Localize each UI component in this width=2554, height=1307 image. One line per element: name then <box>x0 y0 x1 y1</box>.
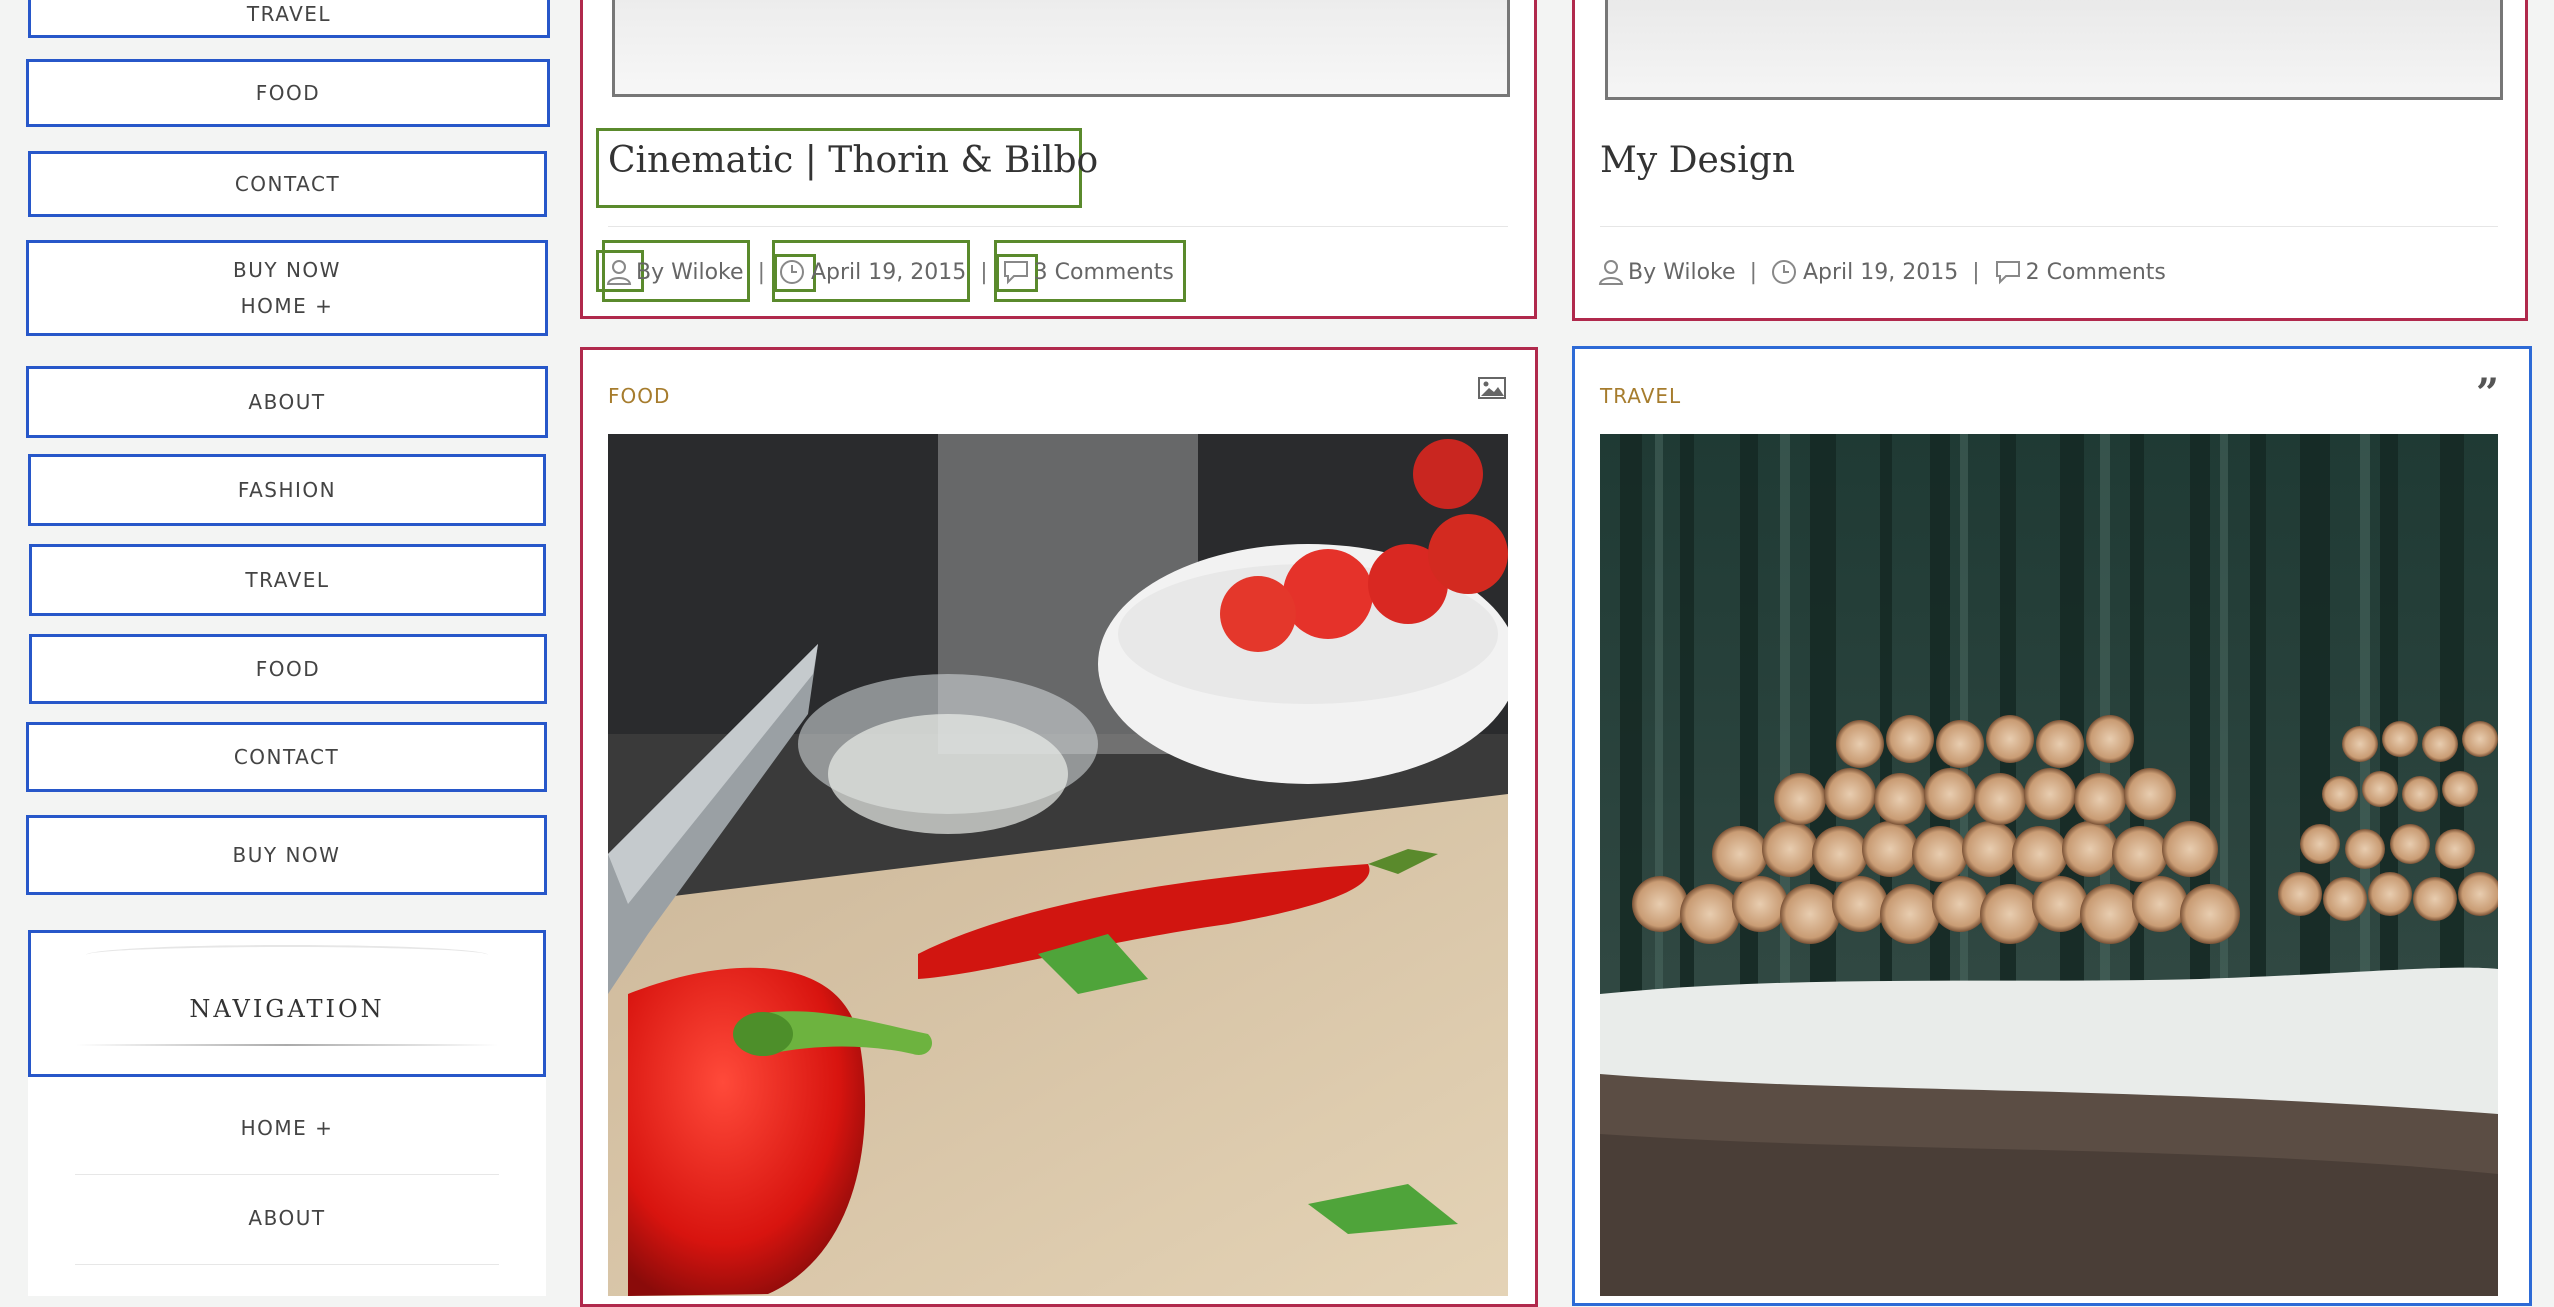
post-meta: By Wiloke | April 19, 2015 | 2 Comments <box>1598 258 2166 286</box>
divider <box>608 226 1508 227</box>
menu-item-label: CONTACT <box>234 172 341 196</box>
menu-item-label: TRAVEL <box>246 2 332 26</box>
post-thumbnail[interactable] <box>612 0 1510 97</box>
menu-item-label: CONTACT <box>233 745 340 769</box>
food-photo[interactable] <box>608 434 1508 1296</box>
title-underline <box>76 1044 498 1046</box>
meta-separator: | <box>757 259 765 285</box>
menu-item-about[interactable]: ABOUT <box>26 366 548 438</box>
nav-divider <box>75 1264 499 1265</box>
image-icon <box>1478 376 1506 400</box>
post-author[interactable]: By Wiloke <box>1628 260 1736 285</box>
clock-icon <box>779 259 805 285</box>
post-comments[interactable]: 2 Comments <box>2026 260 2166 285</box>
menu-item-contact[interactable]: CONTACT <box>26 722 547 792</box>
divider <box>1600 226 2498 227</box>
meta-separator: | <box>980 259 988 285</box>
menu-item-buy-now[interactable]: BUY NOW <box>26 815 547 895</box>
comment-icon <box>1002 259 1030 285</box>
post-comments[interactable]: 3 Comments <box>1034 260 1174 285</box>
menu-item-fashion[interactable]: FASHION <box>28 454 546 526</box>
post-author[interactable]: By Wiloke <box>636 260 744 285</box>
menu-item-food[interactable]: FOOD <box>29 634 547 704</box>
post-date[interactable]: April 19, 2015 <box>811 260 966 285</box>
post-title[interactable]: Cinematic | Thorin & Bilbo <box>608 140 1098 181</box>
menu-item-food[interactable]: FOOD <box>26 59 550 127</box>
navigation-title: NAVIGATION <box>189 995 385 1023</box>
post-title[interactable]: My Design <box>1600 140 1795 181</box>
menu-item-buy-now[interactable]: BUY NOW HOME + <box>26 240 548 336</box>
menu-item-label: FOOD <box>255 81 321 105</box>
menu-item-label: BUY NOW <box>233 258 341 282</box>
post-category[interactable]: TRAVEL <box>1600 384 1681 408</box>
menu-item-label: FOOD <box>255 657 321 681</box>
user-icon <box>606 258 632 286</box>
title-arc-ornament <box>86 945 488 965</box>
nav-divider <box>75 1174 499 1175</box>
menu-item-contact[interactable]: CONTACT <box>28 151 547 217</box>
submenu-item-home[interactable]: HOME + <box>241 288 334 324</box>
quote-icon: ” <box>2476 370 2500 417</box>
menu-item-label: TRAVEL <box>245 568 330 592</box>
menu-item-label: FASHION <box>237 478 337 502</box>
user-icon <box>1598 258 1624 286</box>
menu-item-label: BUY NOW <box>232 843 341 867</box>
menu-item-travel[interactable]: TRAVEL <box>28 0 550 38</box>
travel-photo[interactable] <box>1600 434 2498 1296</box>
post-thumbnail[interactable] <box>1605 0 2503 100</box>
post-meta: By Wiloke | April 19, 2015 | 3 Comments <box>606 258 1174 286</box>
navigation-widget-title: NAVIGATION <box>28 930 546 1077</box>
post-date[interactable]: April 19, 2015 <box>1803 260 1958 285</box>
menu-item-label: ABOUT <box>248 390 326 414</box>
comment-icon <box>1994 259 2022 285</box>
post-category[interactable]: FOOD <box>608 384 670 408</box>
clock-icon <box>1771 259 1797 285</box>
meta-separator: | <box>1749 259 1757 285</box>
meta-separator: | <box>1972 259 1980 285</box>
menu-item-travel[interactable]: TRAVEL <box>29 544 546 616</box>
nav-item-home[interactable]: HOME + <box>75 1116 499 1140</box>
nav-item-about[interactable]: ABOUT <box>75 1206 499 1230</box>
